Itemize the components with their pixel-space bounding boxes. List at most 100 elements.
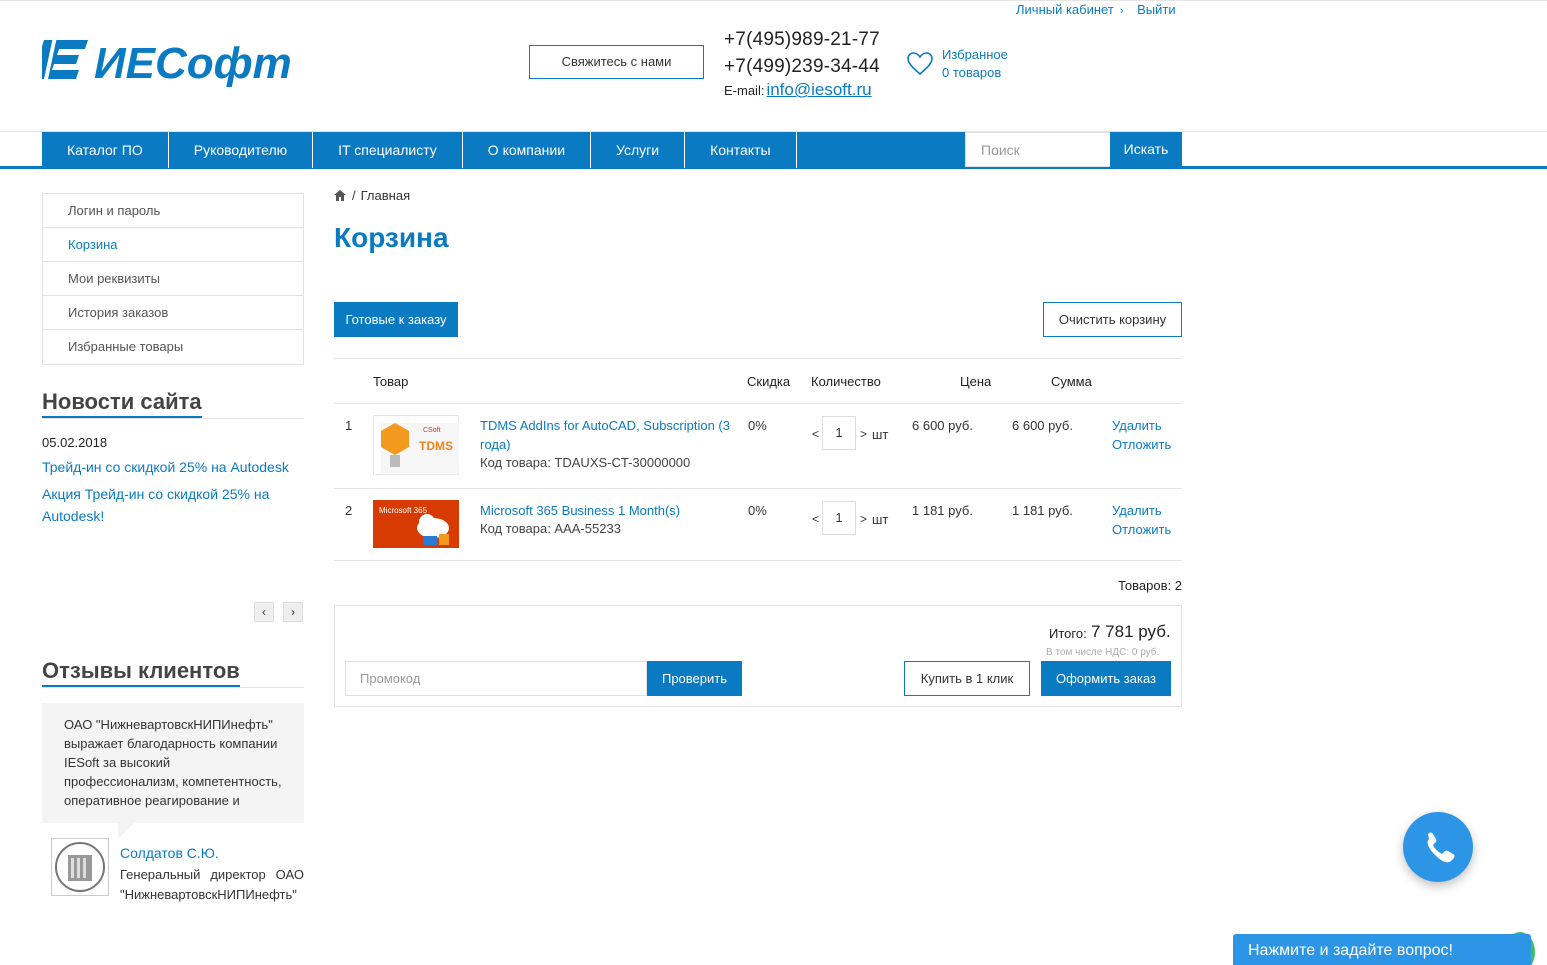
- item-1-discount: 0%: [748, 418, 767, 433]
- nav-contacts[interactable]: Контакты: [685, 132, 797, 168]
- email-label: E-mail:: [724, 83, 765, 98]
- item-1-delete-link[interactable]: Удалить: [1112, 418, 1162, 433]
- item-1-qty-input[interactable]: 1: [822, 416, 856, 450]
- item-1-sum: 6 600 руб.: [1012, 418, 1073, 433]
- menu-order-history[interactable]: История заказов: [43, 296, 303, 330]
- checkout-button[interactable]: Оформить заказ: [1041, 661, 1171, 696]
- vat-note: В том числе НДС: 0 руб.: [1046, 647, 1160, 658]
- breadcrumb-home[interactable]: Главная: [361, 188, 410, 203]
- check-promo-button[interactable]: Проверить: [647, 661, 742, 696]
- news-next-button[interactable]: ›: [283, 602, 303, 622]
- col-product: Товар: [373, 374, 409, 389]
- item-2-code: Код товара: AAA-55233: [480, 521, 621, 536]
- phone-2[interactable]: +7(499)239-34-44: [724, 53, 880, 80]
- item-2-postpone-link[interactable]: Отложить: [1112, 522, 1171, 537]
- nav-services[interactable]: Услуги: [591, 132, 686, 168]
- total-label: Итого:: [1049, 626, 1087, 641]
- personal-cabinet-link[interactable]: Личный кабинет: [1016, 2, 1114, 17]
- account-links: Личный кабинет › Выйти: [1016, 2, 1176, 17]
- menu-favorites[interactable]: Избранные товары: [43, 330, 303, 364]
- col-sum: Сумма: [1051, 374, 1092, 389]
- home-icon[interactable]: [334, 190, 346, 201]
- item-2-qty-decrease[interactable]: <: [812, 512, 819, 526]
- nav-catalog[interactable]: Каталог ПО: [42, 132, 169, 168]
- chat-widget-tab[interactable]: Нажмите и задайте вопрос!: [1233, 934, 1531, 965]
- breadcrumb: / Главная: [334, 188, 410, 203]
- menu-requisites[interactable]: Мои реквизиты: [43, 262, 303, 296]
- nav-manager[interactable]: Руководителю: [169, 132, 314, 168]
- cart-table-top: [334, 358, 1182, 359]
- item-1-unit: шт: [872, 427, 889, 442]
- reviews-rule: [42, 687, 304, 688]
- row-divider: [334, 488, 1182, 489]
- contact-us-button[interactable]: Свяжитесь с нами: [529, 45, 704, 79]
- total-value: 7 781 руб.: [1091, 622, 1171, 641]
- menu-login-password[interactable]: Логин и пароль: [43, 194, 303, 228]
- col-discount: Скидка: [747, 374, 791, 389]
- menu-cart[interactable]: Корзина: [43, 228, 303, 262]
- row-divider: [334, 560, 1182, 561]
- item-1-number: 1: [345, 418, 353, 433]
- items-count: Товаров: 2: [1118, 578, 1182, 593]
- item-2-qty-increase[interactable]: >: [860, 512, 867, 526]
- phone-icon: [1427, 832, 1455, 863]
- page-title: Корзина: [334, 222, 449, 253]
- item-2-delete-link[interactable]: Удалить: [1112, 503, 1162, 518]
- col-price: Цена: [960, 374, 992, 389]
- item-2-number: 2: [345, 503, 353, 518]
- logout-link[interactable]: Выйти: [1137, 2, 1176, 17]
- item-1-code: Код товара: TDAUXS-CT-30000000: [480, 455, 691, 470]
- logo-icon: ИЕСофт: [32, 39, 292, 88]
- svg-text:TDMS: TDMS: [419, 439, 453, 453]
- ready-to-order-button[interactable]: Готовые к заказу: [334, 302, 458, 337]
- top-border: [0, 0, 1547, 1]
- news-prev-button[interactable]: ‹: [254, 602, 274, 622]
- item-2-sum: 1 181 руб.: [1012, 503, 1073, 518]
- item-1-qty-decrease[interactable]: <: [812, 427, 819, 441]
- microsoft-365-product-image: Microsoft 365: [373, 500, 459, 548]
- nav-it-specialist[interactable]: IT специалисту: [313, 132, 463, 168]
- item-2-thumbnail[interactable]: Microsoft 365: [373, 500, 459, 548]
- search-input[interactable]: [965, 132, 1110, 167]
- chevron-right-icon: ›: [1119, 5, 1124, 17]
- col-quantity: Количество: [811, 374, 881, 389]
- review-author[interactable]: Солдатов С.Ю.: [120, 845, 219, 861]
- item-1-price: 6 600 руб.: [912, 418, 973, 433]
- item-1-postpone-link[interactable]: Отложить: [1112, 437, 1171, 452]
- item-2-unit: шт: [872, 512, 889, 527]
- site-logo[interactable]: ИЕСофт: [32, 32, 298, 92]
- heart-icon: [907, 52, 933, 76]
- svg-text:ИЕСофт: ИЕСофт: [94, 39, 292, 88]
- item-2-price: 1 181 руб.: [912, 503, 973, 518]
- item-2-discount: 0%: [748, 503, 767, 518]
- favorites-title: Избранное: [942, 47, 1008, 62]
- callback-button[interactable]: [1403, 812, 1473, 882]
- item-1-qty-increase[interactable]: >: [860, 427, 867, 441]
- item-1-name[interactable]: TDMS AddIns for AutoCAD, Subscription (3…: [480, 416, 730, 454]
- review-tail: [118, 823, 134, 839]
- promo-code-input[interactable]: [345, 661, 647, 696]
- reviews-title: Отзывы клиентов: [42, 658, 240, 687]
- main-nav: Каталог ПО Руководителю IT специалисту О…: [42, 132, 965, 168]
- favorites-count: 0 товаров: [942, 65, 1002, 80]
- item-2-qty-input[interactable]: 1: [822, 501, 856, 535]
- news-date: 05.02.2018: [42, 435, 108, 450]
- nav-about[interactable]: О компании: [463, 132, 592, 168]
- clear-cart-button[interactable]: Очистить корзину: [1043, 302, 1182, 337]
- item-2-name[interactable]: Microsoft 365 Business 1 Month(s): [480, 501, 730, 520]
- row-divider: [334, 403, 1182, 404]
- favorites[interactable]: Избранное 0 товаров: [906, 46, 1008, 82]
- phone-1[interactable]: +7(495)989-21-77: [724, 26, 880, 53]
- news-link-2[interactable]: Акция Трейд-ин со скидкой 25% на Autodes…: [42, 483, 302, 527]
- buy-one-click-button[interactable]: Купить в 1 клик: [904, 661, 1030, 696]
- account-menu: Логин и пароль Корзина Мои реквизиты Ист…: [42, 193, 304, 365]
- contact-phones: +7(495)989-21-77 +7(499)239-34-44 E-mail…: [724, 26, 880, 100]
- review-text: ОАО "НижневартовскНИПИнефть" выражает бл…: [42, 703, 304, 823]
- news-rule: [42, 418, 304, 419]
- email-link[interactable]: info@iesoft.ru: [766, 80, 871, 99]
- email-line: E-mail: info@iesoft.ru: [724, 80, 880, 100]
- search-button[interactable]: Искать: [1110, 132, 1182, 167]
- review-avatar: [51, 838, 109, 896]
- news-link-1[interactable]: Трейд-ин со скидкой 25% на Autodesk: [42, 456, 302, 478]
- item-1-thumbnail[interactable]: TDMS CSoft: [373, 415, 459, 475]
